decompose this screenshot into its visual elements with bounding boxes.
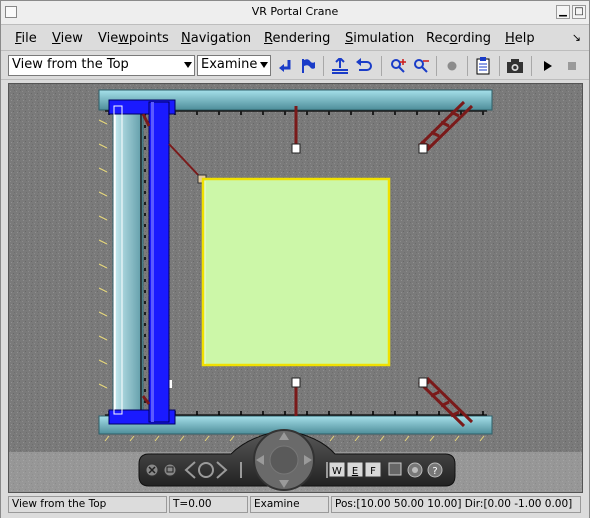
toolbar-separator <box>499 56 500 76</box>
go-to-default-viewpoint-icon[interactable] <box>274 55 296 77</box>
status-viewpoint: View from the Top <box>8 496 167 513</box>
maximize-button[interactable]: □ <box>572 5 586 19</box>
menu-recording[interactable]: Recording <box>426 31 491 46</box>
zoom-in-icon[interactable] <box>387 55 409 77</box>
walk-mode-label: W <box>332 466 342 477</box>
straighten-up-icon[interactable] <box>329 55 351 77</box>
create-viewpoint-flag-icon[interactable] <box>297 55 319 77</box>
toolbar-separator <box>436 56 437 76</box>
toolbar-separator <box>323 56 324 76</box>
menu-view[interactable]: View <box>52 31 83 46</box>
window-title: VR Portal Crane <box>251 5 339 18</box>
menu-viewpoints[interactable]: Viewpoints <box>98 31 169 46</box>
menu-file[interactable]: File <box>15 31 37 46</box>
status-bar: View from the Top T=0.00 Examine Pos:[10… <box>1 494 589 518</box>
scene: W E F ? <box>9 84 582 492</box>
toolbar: View from the Top Examine <box>1 52 589 80</box>
app-window: VR Portal Crane ▁ □ File View Viewpoints… <box>0 0 590 518</box>
minimize-button[interactable]: ▁ <box>556 5 570 19</box>
status-time: T=0.00 <box>169 496 248 513</box>
nav-help-label: ? <box>432 466 437 477</box>
menu-simulation[interactable]: Simulation <box>345 31 414 46</box>
menu-navigation[interactable]: Navigation <box>181 31 251 46</box>
menu-rendering[interactable]: Rendering <box>264 31 330 46</box>
camera-snapshot-icon[interactable] <box>504 55 526 77</box>
status-position: Pos:[10.00 50.00 10.00] Dir:[0.00 -1.00 … <box>331 496 581 513</box>
nav-toggle-icon[interactable] <box>163 463 177 477</box>
navigation-mode-select[interactable]: Examine <box>197 55 271 76</box>
status-mode: Examine <box>250 496 329 513</box>
record-indicator-icon[interactable] <box>441 55 463 77</box>
toolbar-separator <box>531 56 532 76</box>
play-icon[interactable] <box>536 55 558 77</box>
menu-bar: File View Viewpoints Navigation Renderin… <box>1 25 589 51</box>
dropdown-arrow-icon <box>260 62 268 68</box>
viewpoint-select[interactable]: View from the Top <box>8 55 195 76</box>
undo-move-icon[interactable] <box>353 55 375 77</box>
menubar-overflow-icon[interactable]: ↘ <box>572 31 581 44</box>
nav-fullscreen-icon[interactable] <box>388 462 402 476</box>
3d-viewport[interactable]: W E F ? <box>8 83 583 493</box>
stop-icon[interactable] <box>561 55 583 77</box>
load-area <box>201 177 391 367</box>
dropdown-arrow-icon <box>184 62 192 68</box>
toolbar-separator <box>381 56 382 76</box>
clipboard-icon[interactable] <box>472 55 494 77</box>
menu-help[interactable]: Help <box>505 31 535 46</box>
examine-mode-label: E <box>352 466 358 477</box>
title-bar: VR Portal Crane ▁ □ <box>1 1 589 25</box>
zoom-out-icon[interactable] <box>410 55 432 77</box>
fly-mode-label: F <box>370 466 376 477</box>
toolbar-separator <box>467 56 468 76</box>
